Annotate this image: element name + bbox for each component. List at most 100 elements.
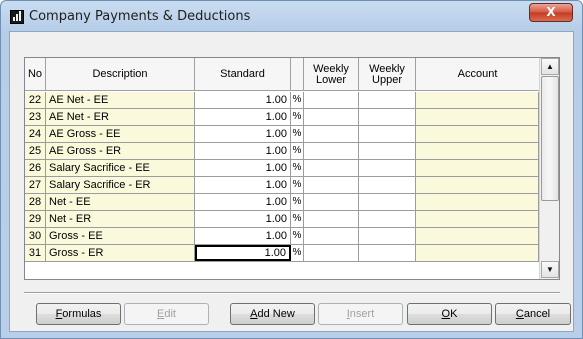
cell-weekly-lower[interactable] xyxy=(304,211,359,227)
cell-weekly-upper[interactable] xyxy=(359,211,416,227)
formulas-button[interactable]: Formulas xyxy=(36,303,121,325)
header-account[interactable]: Account xyxy=(416,58,539,91)
cell-weekly-upper[interactable] xyxy=(359,177,416,193)
window-title: Company Payments & Deductions xyxy=(29,9,251,24)
cell-description[interactable]: AE Gross - EE xyxy=(46,126,195,142)
percent-toggle[interactable]: % xyxy=(291,211,304,227)
header-weekly-lower[interactable]: Weekly Lower xyxy=(304,58,359,91)
table-row[interactable]: 27 Salary Sacrifice - ER 1.00 % xyxy=(25,177,539,194)
cell-weekly-lower[interactable] xyxy=(304,245,359,261)
cell-description[interactable]: AE Net - ER xyxy=(46,109,195,125)
cell-account[interactable] xyxy=(416,92,539,108)
cell-weekly-lower[interactable] xyxy=(304,109,359,125)
cancel-button[interactable]: Cancel xyxy=(495,303,571,325)
cell-weekly-upper[interactable] xyxy=(359,194,416,210)
cell-account[interactable] xyxy=(416,194,539,210)
cell-weekly-upper[interactable] xyxy=(359,92,416,108)
cell-weekly-upper[interactable] xyxy=(359,160,416,176)
edit-button[interactable]: Edit xyxy=(124,303,209,325)
cell-no: 26 xyxy=(25,160,46,176)
cell-no: 25 xyxy=(25,143,46,159)
table-row[interactable]: 26 Salary Sacrifice - EE 1.00 % xyxy=(25,160,539,177)
cell-no: 22 xyxy=(25,92,46,108)
percent-toggle[interactable]: % xyxy=(291,194,304,210)
cell-no: 27 xyxy=(25,177,46,193)
cell-weekly-lower[interactable] xyxy=(304,228,359,244)
cell-description[interactable]: AE Net - EE xyxy=(46,92,195,108)
cell-account[interactable] xyxy=(416,160,539,176)
cell-standard[interactable]: 1.00 xyxy=(195,92,291,108)
percent-toggle[interactable]: % xyxy=(291,143,304,159)
cell-description[interactable]: AE Gross - ER xyxy=(46,143,195,159)
percent-toggle[interactable]: % xyxy=(291,245,304,261)
table-row[interactable]: 24 AE Gross - EE 1.00 % xyxy=(25,126,539,143)
table-row[interactable]: 31 Gross - ER 1.00 % xyxy=(25,245,539,262)
table-row[interactable]: 28 Net - EE 1.00 % xyxy=(25,194,539,211)
cell-standard[interactable]: 1.00 xyxy=(195,143,291,159)
header-no[interactable]: No xyxy=(25,58,46,91)
table-row[interactable]: 22 AE Net - EE 1.00 % xyxy=(25,92,539,109)
table-row[interactable]: 29 Net - ER 1.00 % xyxy=(25,211,539,228)
ok-button[interactable]: OK xyxy=(407,303,492,325)
cell-description[interactable]: Net - EE xyxy=(46,194,195,210)
table-row[interactable]: 30 Gross - EE 1.00 % xyxy=(25,228,539,245)
cell-weekly-lower[interactable] xyxy=(304,160,359,176)
cell-no: 29 xyxy=(25,211,46,227)
cell-account[interactable] xyxy=(416,211,539,227)
cell-account[interactable] xyxy=(416,245,539,261)
cell-standard[interactable]: 1.00 xyxy=(195,228,291,244)
scroll-up-button[interactable]: ▲ xyxy=(541,58,559,75)
insert-button[interactable]: Insert xyxy=(318,303,403,325)
cell-weekly-upper[interactable] xyxy=(359,228,416,244)
cell-account[interactable] xyxy=(416,228,539,244)
cell-weekly-upper[interactable] xyxy=(359,143,416,159)
cell-description[interactable]: Gross - ER xyxy=(46,245,195,261)
title-bar[interactable]: Company Payments & Deductions X xyxy=(1,1,582,31)
percent-toggle[interactable]: % xyxy=(291,109,304,125)
cell-description[interactable]: Salary Sacrifice - ER xyxy=(46,177,195,193)
cell-weekly-lower[interactable] xyxy=(304,126,359,142)
cell-standard[interactable]: 1.00 xyxy=(195,160,291,176)
vertical-scrollbar[interactable]: ▲ ▼ xyxy=(539,58,559,279)
table-row[interactable]: 25 AE Gross - ER 1.00 % xyxy=(25,143,539,160)
cell-description[interactable]: Net - ER xyxy=(46,211,195,227)
cell-account[interactable] xyxy=(416,177,539,193)
cell-no: 31 xyxy=(25,245,46,261)
cell-account[interactable] xyxy=(416,126,539,142)
header-description[interactable]: Description xyxy=(46,58,195,91)
table-row[interactable]: 23 AE Net - ER 1.00 % xyxy=(25,109,539,126)
cell-weekly-lower[interactable] xyxy=(304,177,359,193)
cell-description[interactable]: Salary Sacrifice - EE xyxy=(46,160,195,176)
percent-toggle[interactable]: % xyxy=(291,160,304,176)
cell-standard[interactable]: 1.00 xyxy=(195,126,291,142)
cell-account[interactable] xyxy=(416,109,539,125)
scroll-down-icon: ▼ xyxy=(546,265,554,274)
close-button[interactable]: X xyxy=(529,3,573,22)
cell-weekly-upper[interactable] xyxy=(359,126,416,142)
header-standard[interactable]: Standard xyxy=(195,58,291,91)
cell-description[interactable]: Gross - EE xyxy=(46,228,195,244)
add-new-button[interactable]: Add New xyxy=(230,303,315,325)
scroll-down-button[interactable]: ▼ xyxy=(541,261,559,278)
cell-standard-editing[interactable]: 1.00 xyxy=(195,245,291,261)
cell-weekly-upper[interactable] xyxy=(359,245,416,261)
payments-grid[interactable]: No Description Standard Weekly Lower Wee… xyxy=(24,57,560,280)
scroll-thumb[interactable] xyxy=(541,76,559,201)
cell-standard[interactable]: 1.00 xyxy=(195,109,291,125)
cell-weekly-lower[interactable] xyxy=(304,143,359,159)
cell-no: 30 xyxy=(25,228,46,244)
percent-toggle[interactable]: % xyxy=(291,228,304,244)
cell-account[interactable] xyxy=(416,143,539,159)
percent-toggle[interactable]: % xyxy=(291,126,304,142)
grid-header: No Description Standard Weekly Lower Wee… xyxy=(25,58,539,91)
percent-toggle[interactable]: % xyxy=(291,92,304,108)
cell-weekly-lower[interactable] xyxy=(304,194,359,210)
cell-weekly-lower[interactable] xyxy=(304,92,359,108)
header-percent xyxy=(291,58,304,91)
cell-weekly-upper[interactable] xyxy=(359,109,416,125)
cell-standard[interactable]: 1.00 xyxy=(195,177,291,193)
header-weekly-upper[interactable]: Weekly Upper xyxy=(359,58,416,91)
cell-standard[interactable]: 1.00 xyxy=(195,211,291,227)
percent-toggle[interactable]: % xyxy=(291,177,304,193)
cell-standard[interactable]: 1.00 xyxy=(195,194,291,210)
